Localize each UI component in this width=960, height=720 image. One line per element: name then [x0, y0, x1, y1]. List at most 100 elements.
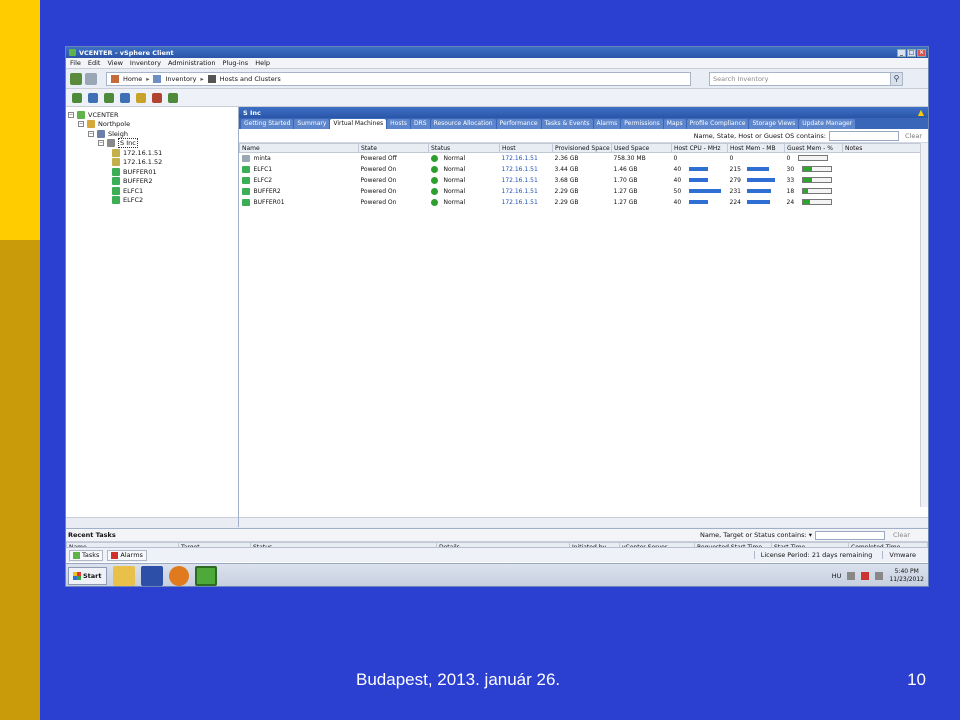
vm-name-cell[interactable]: minta	[240, 153, 359, 164]
menu-edit[interactable]: Edit	[88, 59, 101, 67]
tray-network-icon[interactable]	[847, 571, 856, 580]
tree-node-sleigh[interactable]: − Sleigh	[68, 129, 236, 139]
tasks-button[interactable]: Tasks	[69, 549, 104, 561]
close-button[interactable]: ×	[917, 48, 926, 57]
tree-node-buffer01[interactable]: BUFFER01	[68, 167, 236, 177]
tree-node-172-16-1-51[interactable]: 172.16.1.51	[68, 148, 236, 158]
vm-filter-clear[interactable]: Clear	[905, 132, 922, 140]
column-header[interactable]: Notes	[842, 143, 928, 153]
tree-node-172-16-1-52[interactable]: 172.16.1.52	[68, 158, 236, 168]
breadcrumb-inventory[interactable]: Inventory	[165, 75, 196, 83]
new-host-icon[interactable]	[88, 92, 98, 103]
vm-host-link[interactable]: 172.16.1.51	[500, 164, 553, 175]
forward-arrow-icon[interactable]	[85, 72, 97, 85]
new-cluster-icon[interactable]	[104, 92, 114, 103]
minimize-button[interactable]: _	[897, 48, 906, 57]
tab-resource-allocation[interactable]: Resource Allocation	[430, 119, 496, 129]
vm-row[interactable]: BUFFER01 Powered On Normal 172.16.1.51 2.29 …	[240, 197, 928, 208]
vm-host-link[interactable]: 172.16.1.51	[500, 175, 553, 186]
tab-tasks-events[interactable]: Tasks & Events	[541, 119, 593, 129]
migrate-icon[interactable]	[168, 92, 178, 103]
column-header[interactable]: Host CPU - MHz	[671, 143, 728, 153]
vm-vertical-scrollbar[interactable]	[920, 143, 928, 507]
column-header[interactable]: Status	[428, 143, 500, 153]
tree-collapse-icon[interactable]: −	[88, 130, 94, 137]
search-input[interactable]: Search Inventory ⚲	[709, 71, 903, 86]
clock[interactable]: 5:40 PM 11/23/2012	[889, 568, 924, 584]
tree-node-s-inc[interactable]: − S Inc	[68, 138, 236, 149]
tab-update-manager[interactable]: Update Manager	[799, 119, 856, 129]
tasks-filter-input[interactable]	[815, 530, 885, 540]
menu-administration[interactable]: Administration	[168, 59, 216, 67]
tab-virtual-machines[interactable]: Virtual Machines	[330, 119, 387, 129]
vm-host-link[interactable]: 172.16.1.51	[500, 197, 553, 208]
menu-file[interactable]: File	[70, 59, 81, 67]
new-resource-pool-icon[interactable]	[120, 92, 130, 103]
menu-plugins[interactable]: Plug-ins	[223, 59, 249, 67]
vm-row[interactable]: ELFC1 Powered On Normal 172.16.1.51 3.44 GB 1…	[240, 164, 928, 175]
tree-node-northpole[interactable]: − Northpole	[68, 120, 236, 130]
deploy-template-icon[interactable]	[136, 92, 146, 103]
menu-view[interactable]: View	[107, 59, 122, 67]
tab-drs[interactable]: DRS	[410, 119, 430, 129]
tray-alert-icon[interactable]	[861, 571, 870, 580]
vm-status-cell: Normal	[429, 153, 500, 164]
tray-volume-icon[interactable]	[875, 571, 884, 580]
vm-host-link[interactable]: 172.16.1.51	[500, 153, 553, 164]
menu-help[interactable]: Help	[255, 59, 270, 67]
breadcrumb-home[interactable]: Home	[123, 75, 142, 83]
tab-profile-compliance[interactable]: Profile Compliance	[686, 119, 749, 129]
tab-maps[interactable]: Maps	[663, 119, 686, 129]
vm-host-link[interactable]: 172.16.1.51	[500, 186, 553, 197]
start-button[interactable]: Start	[68, 566, 107, 585]
vsphere-taskbar-icon[interactable]	[194, 565, 217, 586]
vm-filter-input[interactable]	[829, 130, 899, 141]
power-icon[interactable]	[152, 92, 162, 103]
tab-getting-started[interactable]: Getting Started	[241, 119, 294, 129]
vm-row[interactable]: ELFC2 Powered On Normal 172.16.1.51 3.68 GB 1…	[240, 175, 928, 186]
warning-icon[interactable]: ▲	[918, 108, 924, 117]
tree-node-elfc2[interactable]: ELFC2	[68, 196, 236, 206]
vm-horizontal-scrollbar[interactable]	[239, 517, 928, 527]
column-header[interactable]: Name	[239, 143, 359, 153]
breadcrumb-hosts-clusters[interactable]: Hosts and Clusters	[220, 75, 281, 83]
tree-collapse-icon[interactable]: −	[78, 121, 84, 128]
tab-alarms[interactable]: Alarms	[593, 119, 621, 129]
column-header[interactable]: Used Space	[611, 143, 672, 153]
tab-storage-views[interactable]: Storage Views	[749, 119, 799, 129]
vm-row[interactable]: BUFFER2 Powered On Normal 172.16.1.51 2.29 G…	[240, 186, 928, 197]
tab-summary[interactable]: Summary	[294, 119, 330, 129]
column-header[interactable]: State	[358, 143, 429, 153]
tab-permissions[interactable]: Permissions	[621, 119, 663, 129]
vm-name-cell[interactable]: ELFC1	[240, 164, 359, 175]
vm-name-cell[interactable]: ELFC2	[240, 175, 359, 186]
maximize-button[interactable]: □	[907, 48, 916, 57]
menu-inventory[interactable]: Inventory	[130, 59, 161, 67]
explorer-icon[interactable]	[112, 565, 135, 586]
search-icon[interactable]: ⚲	[890, 72, 902, 85]
tasks-filter-clear[interactable]: Clear	[893, 531, 910, 539]
column-header[interactable]: Host Mem - MB	[727, 143, 785, 153]
vm-name-cell[interactable]: BUFFER01	[240, 197, 359, 208]
column-header[interactable]: Host	[499, 143, 553, 153]
back-arrow-icon[interactable]	[70, 72, 82, 85]
tree-collapse-icon[interactable]: −	[98, 140, 104, 147]
tree-node-buffer2[interactable]: BUFFER2	[68, 177, 236, 187]
tab-performance[interactable]: Performance	[496, 119, 541, 129]
tree-horizontal-scrollbar[interactable]	[66, 517, 238, 527]
vm-row[interactable]: minta Powered Off Normal 172.16.1.51 2.36 GB…	[240, 153, 928, 164]
save-icon[interactable]	[140, 565, 163, 586]
tree-node-elfc1[interactable]: ELFC1	[68, 186, 236, 196]
vm-state: Powered Off	[360, 154, 397, 162]
language-indicator[interactable]: HU	[832, 572, 842, 580]
column-header[interactable]: Provisioned Space	[552, 143, 612, 153]
column-header[interactable]: Guest Mem - %	[784, 143, 843, 153]
new-vm-icon[interactable]	[72, 92, 82, 103]
vm-name-cell[interactable]: BUFFER2	[240, 186, 359, 197]
vm-status: Normal	[443, 187, 466, 195]
tree-node-vcenter[interactable]: − VCENTER	[68, 110, 236, 120]
firefox-icon[interactable]	[168, 565, 189, 586]
tree-collapse-icon[interactable]: −	[68, 111, 74, 118]
tab-hosts[interactable]: Hosts	[387, 119, 410, 129]
alarms-button[interactable]: Alarms	[107, 549, 147, 561]
